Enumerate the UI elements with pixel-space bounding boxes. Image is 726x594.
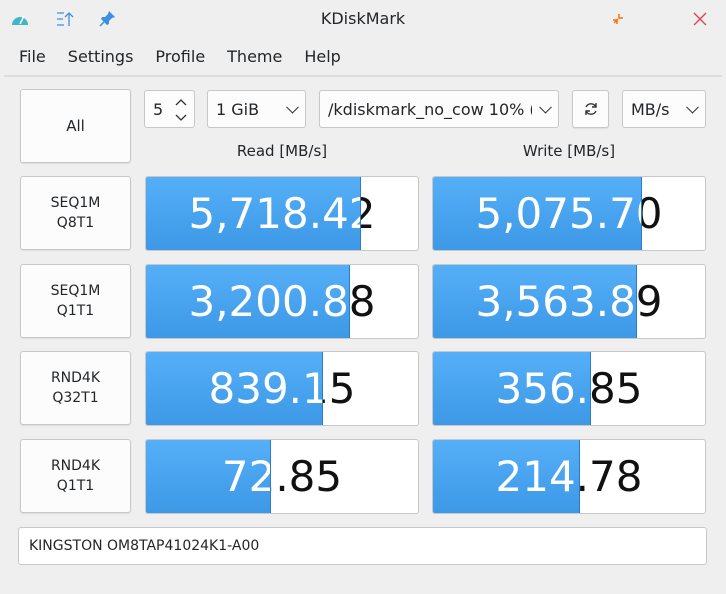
write-value-overlay: 356.85 [495, 364, 590, 413]
read-value-overlay: 72.85 [221, 451, 272, 501]
unit-select[interactable]: MB/s [622, 90, 706, 128]
refresh-icon [584, 103, 597, 115]
run-all-button[interactable]: All [20, 89, 131, 163]
read-result-bar: 72.8572.85 [145, 438, 419, 514]
write-value-overlay: 5,075.70 [475, 189, 641, 238]
menu-settings[interactable]: Settings [57, 44, 145, 69]
write-value-overlay: 214.78 [495, 451, 579, 501]
write-result-bar: 5,075.705,075.70 [432, 176, 706, 251]
runs-value: 5 [153, 99, 164, 119]
write-progress-fill: 5,075.70 [433, 177, 643, 250]
write-value-overlay: 3,563.89 [475, 276, 636, 326]
refresh-button[interactable] [572, 90, 609, 128]
read-value-overlay: 839.15 [208, 364, 322, 413]
test-name: RND4K [50, 370, 101, 386]
test-params: Q8T1 [56, 215, 95, 231]
write-progress-fill: 3,563.89 [433, 264, 637, 338]
unit-value: MB/s [631, 99, 670, 119]
read-header: Read [MB/s] [236, 142, 328, 160]
test-button[interactable]: SEQ1M Q8T1 [20, 176, 131, 250]
menu-file[interactable]: File [8, 44, 57, 69]
read-progress-fill: 72.85 [146, 439, 272, 513]
device-info-field[interactable]: KINGSTON OM8TAP41024K1-A00 [18, 527, 707, 565]
read-progress-fill: 5,718.42 [146, 177, 361, 250]
read-progress-fill: 3,200.88 [146, 264, 350, 338]
chevron-down-icon [686, 100, 699, 114]
chevron-down-icon [286, 100, 299, 114]
runs-spinbox[interactable]: 5 [144, 90, 195, 128]
close-icon[interactable] [690, 9, 710, 29]
test-name: SEQ1M [50, 195, 101, 211]
read-result-bar: 5,718.425,718.42 [145, 176, 419, 251]
read-value-overlay: 5,718.42 [188, 189, 361, 238]
write-progress-fill: 214.78 [433, 439, 580, 513]
write-progress-fill: 356.85 [433, 352, 591, 425]
test-params: Q1T1 [56, 477, 95, 494]
read-progress-fill: 839.15 [146, 352, 323, 425]
read-result-bar: 3,200.883,200.88 [145, 263, 419, 339]
target-value: /kdiskmark_no_cow 10% (10 [328, 99, 532, 119]
test-name: RND4K [50, 457, 101, 474]
write-header: Write [MB/s] [522, 142, 616, 160]
device-name: KINGSTON OM8TAP41024K1-A00 [29, 538, 260, 554]
write-result-bar: 356.85356.85 [432, 351, 706, 426]
read-result-bar: 839.15839.15 [145, 351, 419, 426]
test-params: Q32T1 [52, 390, 99, 406]
size-select[interactable]: 1 GiB [207, 90, 306, 128]
test-name: SEQ1M [50, 282, 101, 299]
test-button[interactable]: RND4K Q32T1 [20, 351, 131, 425]
menu-bar: File Settings Profile Theme Help [8, 44, 352, 69]
spin-arrows-icon[interactable] [174, 97, 188, 123]
title-bar: KDiskMark [0, 0, 726, 38]
read-value-overlay: 3,200.88 [188, 276, 349, 326]
write-result-bar: 3,563.893,563.89 [432, 263, 706, 339]
test-button[interactable]: RND4K Q1T1 [20, 438, 131, 513]
chevron-down-icon [539, 100, 552, 114]
menu-theme[interactable]: Theme [216, 44, 293, 69]
size-value: 1 GiB [216, 99, 260, 119]
write-result-bar: 214.78214.78 [432, 438, 706, 514]
target-select[interactable]: /kdiskmark_no_cow 10% (10 [319, 90, 559, 128]
menu-separator [4, 75, 722, 77]
menu-profile[interactable]: Profile [144, 44, 216, 69]
menu-help[interactable]: Help [293, 44, 351, 69]
test-params: Q1T1 [56, 302, 95, 319]
maximize-icon[interactable] [608, 9, 628, 29]
test-button[interactable]: SEQ1M Q1T1 [20, 263, 131, 338]
